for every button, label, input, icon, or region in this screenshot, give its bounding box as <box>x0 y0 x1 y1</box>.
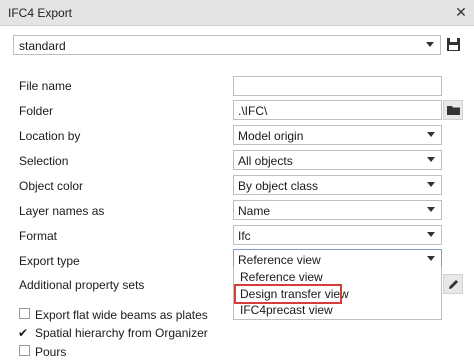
edit-property-sets-button[interactable] <box>443 274 463 294</box>
browse-folder-button[interactable] <box>443 100 463 120</box>
close-icon[interactable]: ✕ <box>453 4 469 20</box>
selection-select[interactable]: All objects <box>233 150 442 170</box>
chevron-down-icon <box>427 132 435 137</box>
file-name-input[interactable] <box>233 76 442 96</box>
pours-checkbox[interactable] <box>19 345 30 356</box>
title-bar: IFC4 Export ✕ <box>0 0 474 26</box>
export-type-label: Export type <box>19 254 80 268</box>
layer-names-label: Layer names as <box>19 204 105 218</box>
export-type-option-design-transfer[interactable]: Design transfer view <box>234 286 441 302</box>
export-flat-beams-label: Export flat wide beams as plates <box>35 308 208 322</box>
export-type-option-ifc4precast[interactable]: IFC4precast view <box>234 302 441 318</box>
export-type-option-reference[interactable]: Reference view <box>234 269 441 285</box>
save-icon[interactable] <box>446 37 461 52</box>
pours-label: Pours <box>35 345 67 359</box>
object-color-value: By object class <box>238 179 319 193</box>
pencil-icon <box>449 280 458 289</box>
export-type-select[interactable]: Reference view <box>233 249 442 268</box>
preset-value: standard <box>19 39 66 53</box>
export-flat-beams-checkbox[interactable] <box>19 308 30 319</box>
additional-property-sets-label: Additional property sets <box>19 278 145 292</box>
layer-names-value: Name <box>238 204 271 218</box>
chevron-down-icon <box>426 42 434 47</box>
location-by-select[interactable]: Model origin <box>233 125 442 145</box>
folder-input[interactable]: .\IFC\ <box>233 100 442 120</box>
folder-icon <box>447 106 460 115</box>
object-color-select[interactable]: By object class <box>233 175 442 195</box>
format-select[interactable]: Ifc <box>233 225 442 245</box>
layer-names-select[interactable]: Name <box>233 200 442 220</box>
export-type-dropdown-list: Reference view Design transfer view IFC4… <box>233 267 442 320</box>
format-label: Format <box>19 229 58 243</box>
chevron-down-icon <box>427 207 435 212</box>
chevron-down-icon <box>427 256 435 261</box>
file-name-label: File name <box>19 79 72 93</box>
format-value: Ifc <box>238 229 251 243</box>
selection-label: Selection <box>19 154 69 168</box>
export-type-value: Reference view <box>238 253 321 267</box>
chevron-down-icon <box>427 182 435 187</box>
chevron-down-icon <box>427 232 435 237</box>
selection-value: All objects <box>238 154 293 168</box>
preset-select[interactable]: standard <box>13 35 441 55</box>
location-by-label: Location by <box>19 129 81 143</box>
window-title: IFC4 Export <box>8 6 73 20</box>
spatial-hierarchy-label: Spatial hierarchy from Organizer <box>35 326 208 340</box>
folder-label: Folder <box>19 104 54 118</box>
folder-value: .\IFC\ <box>238 104 268 118</box>
spatial-hierarchy-checkbox[interactable]: ✔ <box>18 327 28 339</box>
object-color-label: Object color <box>19 179 84 193</box>
chevron-down-icon <box>427 157 435 162</box>
location-by-value: Model origin <box>238 129 304 143</box>
